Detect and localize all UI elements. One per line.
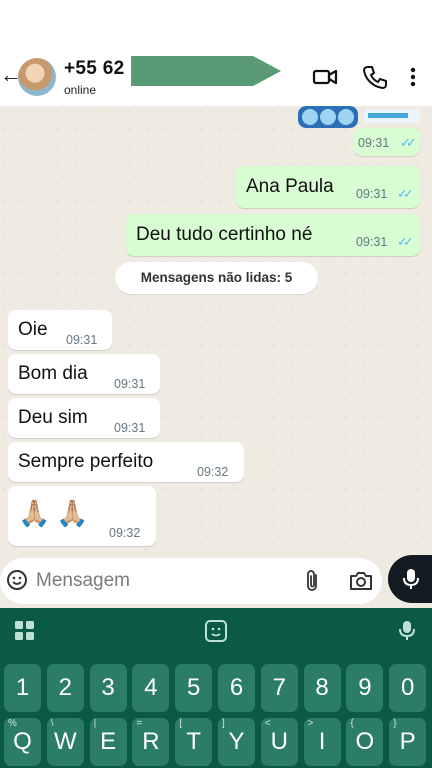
key-alt-symbol: }	[393, 718, 397, 729]
emoji-icon[interactable]	[6, 569, 28, 591]
image-message-preview[interactable]	[298, 106, 423, 128]
key-0[interactable]: 0	[389, 664, 427, 712]
incoming-message[interactable]: Sempre perfeito 09:32	[8, 442, 244, 482]
incoming-message[interactable]: Oie 09:31	[8, 310, 112, 350]
key-6[interactable]: 6	[218, 664, 255, 712]
key-i[interactable]: > I	[303, 718, 341, 766]
incoming-message[interactable]: 🙏🏼🙏🏼 09:32	[8, 486, 156, 546]
message-time: 09:32	[109, 526, 141, 540]
message-time: 09:31	[356, 235, 388, 249]
sticker-icon[interactable]	[204, 620, 228, 642]
key-4[interactable]: 4	[132, 664, 170, 712]
key-7[interactable]: 7	[260, 664, 298, 712]
read-ticks-icon: ✓✓	[400, 135, 417, 150]
key-3[interactable]: 3	[89, 664, 127, 712]
key-alt-symbol: {	[350, 718, 354, 729]
pray-emoji-icon: 🙏🏼🙏🏼	[18, 498, 95, 528]
outgoing-message[interactable]: Deu tudo certinho né 09:31 ✓✓	[126, 214, 420, 256]
key-t[interactable]: [T	[175, 718, 213, 766]
message-time: 09:31	[114, 377, 146, 391]
key-p[interactable]: } P	[389, 718, 427, 766]
mic-icon	[403, 569, 419, 589]
read-ticks-icon: ✓✓	[397, 234, 414, 249]
key-w[interactable]: \ W	[46, 718, 84, 766]
key-label: I	[318, 728, 326, 755]
outgoing-image-caption[interactable]: 09:31 ✓✓	[354, 128, 420, 156]
chat-area[interactable]: 09:31 ✓✓ Ana Paula 09:31 ✓✓ Deu tudo cer…	[0, 106, 432, 556]
on-screen-keyboard: 1234567890 % Q \ W | E = R[T] Y < U > I{O} P	[0, 608, 432, 768]
keyboard-mic-icon[interactable]	[395, 620, 419, 642]
key-alt-symbol: [	[179, 718, 182, 729]
key-e[interactable]: | E	[89, 718, 127, 766]
key-alt-symbol: \	[50, 718, 54, 729]
arrow-left-icon[interactable]: ←	[0, 64, 22, 86]
camera-icon[interactable]	[348, 570, 374, 592]
key-alt-symbol: %	[8, 718, 17, 729]
key-alt-symbol: |	[93, 718, 97, 729]
key-alt-symbol: <	[264, 718, 271, 729]
message-text: Bom dia	[18, 363, 88, 384]
message-time: 09:32	[197, 465, 229, 479]
message-text: Sempre perfeito	[18, 451, 154, 472]
message-text: Deu tudo certinho né	[136, 224, 313, 245]
message-time: 09:31	[114, 421, 146, 435]
attach-icon[interactable]	[303, 569, 323, 593]
incoming-message[interactable]: Deu sim 09:31	[8, 398, 160, 438]
contact-phone[interactable]: +55 62	[64, 58, 124, 80]
key-o[interactable]: {O	[346, 718, 384, 766]
contact-status: online	[64, 83, 97, 97]
redaction-block	[131, 56, 281, 86]
key-5[interactable]: 5	[175, 664, 213, 712]
chat-header: ← +55 62 online	[0, 0, 432, 106]
key-label: R	[142, 728, 160, 755]
key-r[interactable]: = R	[132, 718, 170, 766]
key-8[interactable]: 8	[303, 664, 341, 712]
key-q[interactable]: % Q	[4, 718, 41, 766]
voice-message-button[interactable]	[388, 555, 432, 603]
video-call-icon[interactable]	[312, 64, 338, 90]
grid-icon[interactable]	[13, 620, 37, 642]
key-alt-symbol: =	[136, 718, 143, 729]
message-time: 09:31	[356, 187, 388, 201]
message-time: 09:31	[358, 136, 390, 150]
key-1[interactable]: 1	[4, 664, 41, 712]
message-text: Deu sim	[18, 407, 88, 428]
key-label: Q	[13, 728, 32, 755]
key-label: Y	[228, 728, 245, 755]
key-label: P	[399, 728, 416, 755]
key-2[interactable]: 2	[46, 664, 84, 712]
key-label: U	[270, 728, 288, 755]
message-time: 09:31	[66, 333, 98, 347]
outgoing-message[interactable]: Ana Paula 09:31 ✓✓	[236, 166, 420, 208]
key-label: O	[355, 728, 375, 755]
read-ticks-icon: ✓✓	[397, 186, 414, 201]
key-label: T	[186, 728, 202, 755]
message-input[interactable]	[36, 567, 286, 595]
unread-messages-banner: Mensagens não lidas: 5	[115, 262, 318, 294]
more-vert-icon[interactable]	[407, 64, 419, 90]
incoming-message[interactable]: Bom dia 09:31	[8, 354, 160, 394]
avatar[interactable]	[18, 58, 56, 96]
key-alt-symbol: >	[307, 718, 314, 729]
key-label: E	[100, 728, 117, 755]
message-composer	[0, 558, 382, 604]
message-text: Oie	[18, 319, 48, 340]
key-u[interactable]: < U	[260, 718, 298, 766]
key-label: W	[53, 728, 77, 755]
key-9[interactable]: 9	[346, 664, 384, 712]
key-alt-symbol: ]	[222, 718, 225, 729]
message-text: Ana Paula	[246, 176, 334, 197]
key-y[interactable]: ] Y	[218, 718, 255, 766]
phone-icon[interactable]	[362, 64, 388, 90]
